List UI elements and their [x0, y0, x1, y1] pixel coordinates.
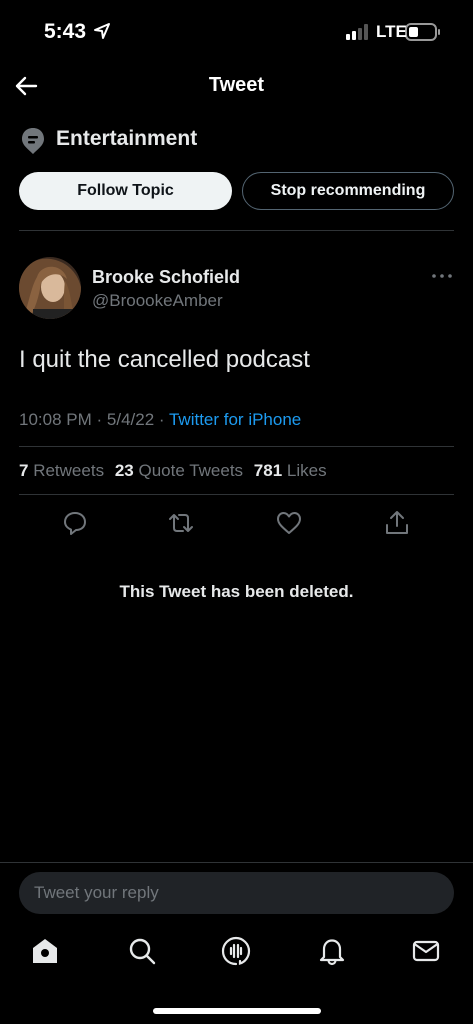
quote-tweets-label: Quote Tweets: [138, 461, 244, 480]
author-name[interactable]: Brooke Schofield: [92, 267, 240, 288]
likes-count: 781: [253, 461, 283, 480]
meta-separator: ·: [158, 410, 169, 429]
follow-topic-button[interactable]: Follow Topic: [19, 172, 232, 210]
quote-tweets-count: 23: [114, 461, 134, 480]
spaces-icon[interactable]: [220, 935, 252, 967]
home-indicator[interactable]: [153, 1008, 321, 1014]
signal-icon: [346, 24, 368, 40]
divider: [19, 446, 454, 447]
battery-icon: [405, 23, 440, 41]
reply-input[interactable]: [19, 872, 454, 914]
bell-icon[interactable]: [316, 935, 348, 967]
author-handle[interactable]: @BroookeAmber: [92, 291, 223, 311]
bottom-tab-bar: [0, 935, 473, 975]
divider: [19, 230, 454, 231]
engagement-stats: 7 Retweets 23 Quote Tweets 781 Likes: [19, 461, 333, 481]
more-icon[interactable]: [430, 268, 454, 284]
tweet-source-link[interactable]: Twitter for iPhone: [169, 410, 301, 429]
tweet-meta: 10:08 PM · 5/4/22 · Twitter for iPhone: [19, 410, 301, 430]
heart-icon[interactable]: [274, 508, 304, 538]
page-title: Tweet: [208, 74, 265, 96]
tweet-text: I quit the cancelled podcast: [19, 346, 310, 373]
comment-icon[interactable]: [60, 508, 90, 538]
retweets-stat[interactable]: 7 Retweets: [19, 461, 104, 480]
tweet-actions: [0, 508, 473, 538]
nav-header: Tweet: [0, 60, 473, 110]
topic-name: Entertainment: [56, 127, 198, 150]
stop-recommending-button[interactable]: Stop recommending: [242, 172, 454, 210]
share-icon[interactable]: [382, 508, 412, 538]
retweet-icon[interactable]: [166, 508, 196, 538]
search-icon[interactable]: [126, 935, 158, 967]
location-arrow-icon: [94, 23, 110, 39]
divider: [0, 862, 473, 863]
avatar[interactable]: [19, 257, 81, 319]
home-icon[interactable]: [29, 935, 61, 967]
deleted-tweet-notice: This Tweet has been deleted.: [119, 582, 354, 601]
retweets-count: 7: [19, 461, 29, 480]
divider: [19, 494, 454, 495]
tweet-date[interactable]: 5/4/22: [107, 410, 154, 429]
meta-separator: ·: [96, 410, 107, 429]
tweet-time[interactable]: 10:08 PM: [19, 410, 92, 429]
mail-icon[interactable]: [410, 935, 442, 967]
topic-pin-icon: [22, 128, 44, 154]
likes-label: Likes: [286, 461, 327, 480]
status-bar: 5:43 LTE: [0, 0, 473, 60]
network-type: LTE: [376, 22, 407, 41]
retweets-label: Retweets: [33, 461, 105, 480]
status-time: 5:43: [44, 20, 87, 43]
quote-tweets-stat[interactable]: 23 Quote Tweets: [115, 461, 243, 480]
likes-stat[interactable]: 781 Likes: [254, 461, 327, 480]
